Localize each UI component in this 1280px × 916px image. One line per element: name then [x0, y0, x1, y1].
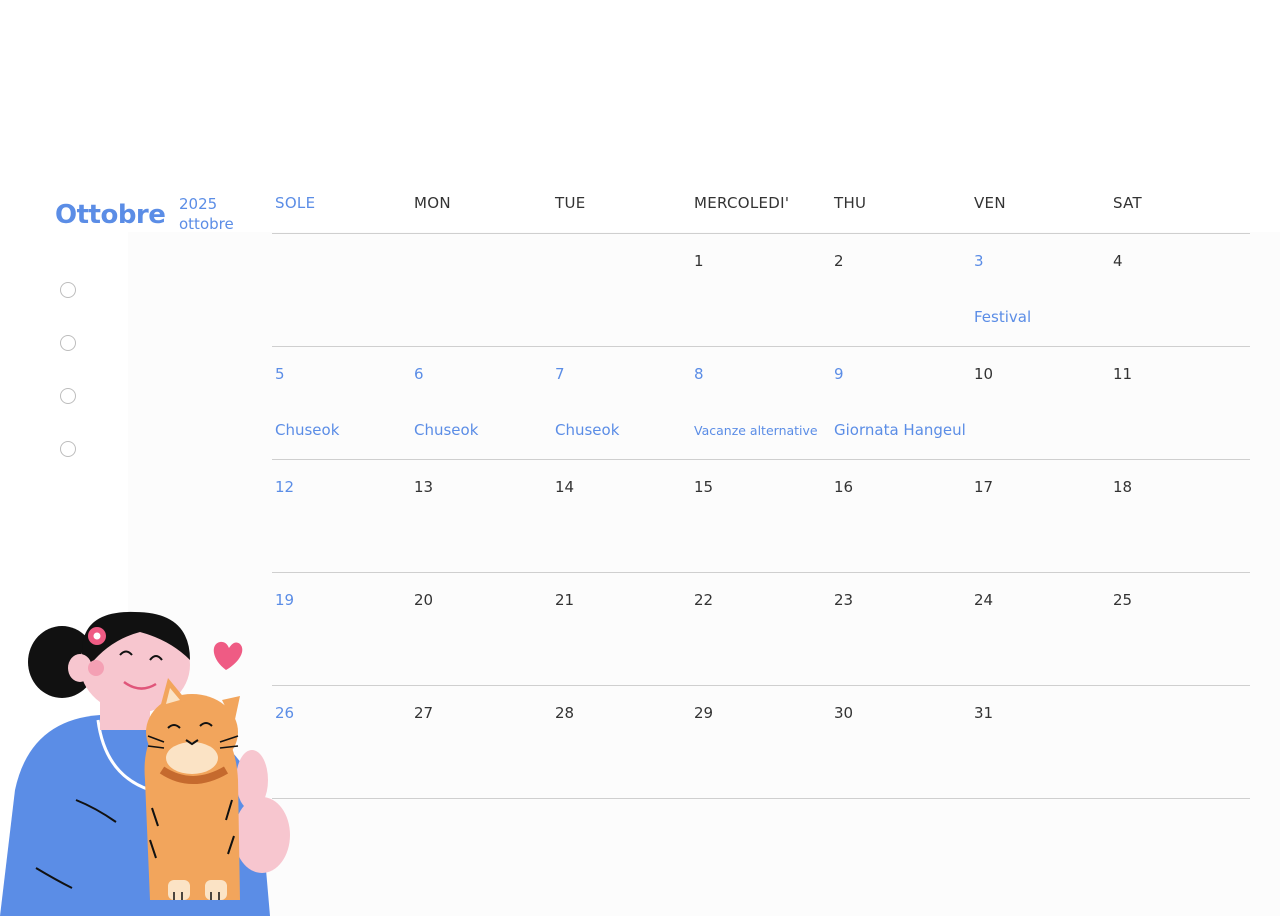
- weekday-label: THU: [834, 194, 867, 212]
- day-cell[interactable]: [552, 234, 692, 346]
- month-subtitle: ottobre: [179, 215, 234, 233]
- day-number: 13: [414, 478, 434, 496]
- checklist-circle[interactable]: [60, 335, 76, 351]
- day-number: 11: [1113, 365, 1133, 383]
- day-cell[interactable]: 1: [691, 234, 831, 346]
- day-cell[interactable]: 14: [552, 460, 692, 572]
- year-label: 2025: [179, 195, 218, 213]
- day-cell[interactable]: 21: [552, 573, 692, 685]
- week-row: 19 20 21 22 23 24 25: [272, 572, 1250, 685]
- day-cell[interactable]: 29: [691, 686, 831, 798]
- weekday-label: VEN: [974, 194, 1006, 212]
- day-number: 8: [694, 365, 704, 383]
- day-event: Chuseok: [555, 421, 620, 439]
- day-cell[interactable]: 6 Chuseok: [411, 347, 551, 459]
- day-cell[interactable]: 15: [691, 460, 831, 572]
- calendar-grid: SOLE MON TUE MERCOLEDI' THU VEN SAT 1 2 3 Festiva…: [272, 180, 1250, 799]
- day-cell[interactable]: 17: [971, 460, 1111, 572]
- day-cell[interactable]: 27: [411, 686, 551, 798]
- day-number: 6: [414, 365, 424, 383]
- day-number: 20: [414, 591, 434, 609]
- checklist-circle[interactable]: [60, 282, 76, 298]
- day-cell[interactable]: 8 Vacanze alternative: [691, 347, 831, 459]
- weekday-label: SAT: [1113, 194, 1142, 212]
- day-cell[interactable]: 13: [411, 460, 551, 572]
- day-cell[interactable]: 3 Festival: [971, 234, 1111, 346]
- day-number: 27: [414, 704, 434, 722]
- day-number: 24: [974, 591, 994, 609]
- calendar-weeks: 1 2 3 Festival 4 5 Chuseok 6 Chuseok 7 Chuseok 8 Vac…: [272, 233, 1250, 799]
- day-cell[interactable]: [1110, 686, 1250, 798]
- weekday-label: MERCOLEDI': [694, 194, 790, 212]
- day-number: 30: [834, 704, 854, 722]
- day-number: 17: [974, 478, 994, 496]
- year-block: 2025 ottobre: [179, 194, 234, 234]
- day-cell[interactable]: 30: [831, 686, 971, 798]
- day-number: 23: [834, 591, 854, 609]
- day-number: 10: [974, 365, 994, 383]
- day-cell[interactable]: 24: [971, 573, 1111, 685]
- day-number: 12: [275, 478, 295, 496]
- day-event: Chuseok: [414, 421, 479, 439]
- day-number: 9: [834, 365, 844, 383]
- day-event: Giornata Hangeul: [834, 421, 966, 439]
- day-number: 14: [555, 478, 575, 496]
- weekday-label: SOLE: [275, 194, 316, 212]
- day-cell[interactable]: 31: [971, 686, 1111, 798]
- week-row: 1 2 3 Festival 4: [272, 233, 1250, 346]
- checklist-circle[interactable]: [60, 441, 76, 457]
- day-event: Chuseok: [275, 421, 340, 439]
- day-number: 15: [694, 478, 714, 496]
- day-cell[interactable]: 9 Giornata Hangeul: [831, 347, 971, 459]
- week-row: 5 Chuseok 6 Chuseok 7 Chuseok 8 Vacanze alterna…: [272, 346, 1250, 459]
- day-number: 3: [974, 252, 984, 270]
- day-cell[interactable]: 25: [1110, 573, 1250, 685]
- day-number: 25: [1113, 591, 1133, 609]
- checklist-circle[interactable]: [60, 388, 76, 404]
- day-cell[interactable]: [411, 234, 551, 346]
- day-number: 21: [555, 591, 575, 609]
- day-cell[interactable]: 4: [1110, 234, 1250, 346]
- day-event: Festival: [974, 308, 1032, 326]
- month-title: Ottobre: [55, 200, 166, 230]
- day-number: 28: [555, 704, 575, 722]
- day-cell[interactable]: 28: [552, 686, 692, 798]
- day-cell[interactable]: 12: [272, 460, 412, 572]
- day-number: 4: [1113, 252, 1123, 270]
- day-cell[interactable]: 18: [1110, 460, 1250, 572]
- day-number: 16: [834, 478, 854, 496]
- day-number: 18: [1113, 478, 1133, 496]
- day-event: Vacanze alternative: [694, 423, 818, 438]
- day-cell[interactable]: 5 Chuseok: [272, 347, 412, 459]
- day-cell[interactable]: 2: [831, 234, 971, 346]
- girl-hugging-cat-illustration: [0, 611, 290, 916]
- day-number: 29: [694, 704, 714, 722]
- day-number: 2: [834, 252, 844, 270]
- day-number: 1: [694, 252, 704, 270]
- week-row: 12 13 14 15 16 17 18: [272, 459, 1250, 572]
- weekday-label: TUE: [555, 194, 586, 212]
- weekday-header: SOLE MON TUE MERCOLEDI' THU VEN SAT: [272, 180, 1250, 233]
- day-cell[interactable]: 23: [831, 573, 971, 685]
- day-cell[interactable]: 10: [971, 347, 1111, 459]
- weekday-label: MON: [414, 194, 451, 212]
- day-number: 22: [694, 591, 714, 609]
- day-cell[interactable]: 20: [411, 573, 551, 685]
- day-cell[interactable]: 11: [1110, 347, 1250, 459]
- week-row: 26 27 28 29 30 31: [272, 685, 1250, 799]
- day-cell[interactable]: 22: [691, 573, 831, 685]
- day-cell[interactable]: 16: [831, 460, 971, 572]
- day-number: 7: [555, 365, 565, 383]
- day-cell[interactable]: [272, 234, 412, 346]
- day-number: 31: [974, 704, 994, 722]
- day-number: 5: [275, 365, 285, 383]
- day-cell[interactable]: 7 Chuseok: [552, 347, 692, 459]
